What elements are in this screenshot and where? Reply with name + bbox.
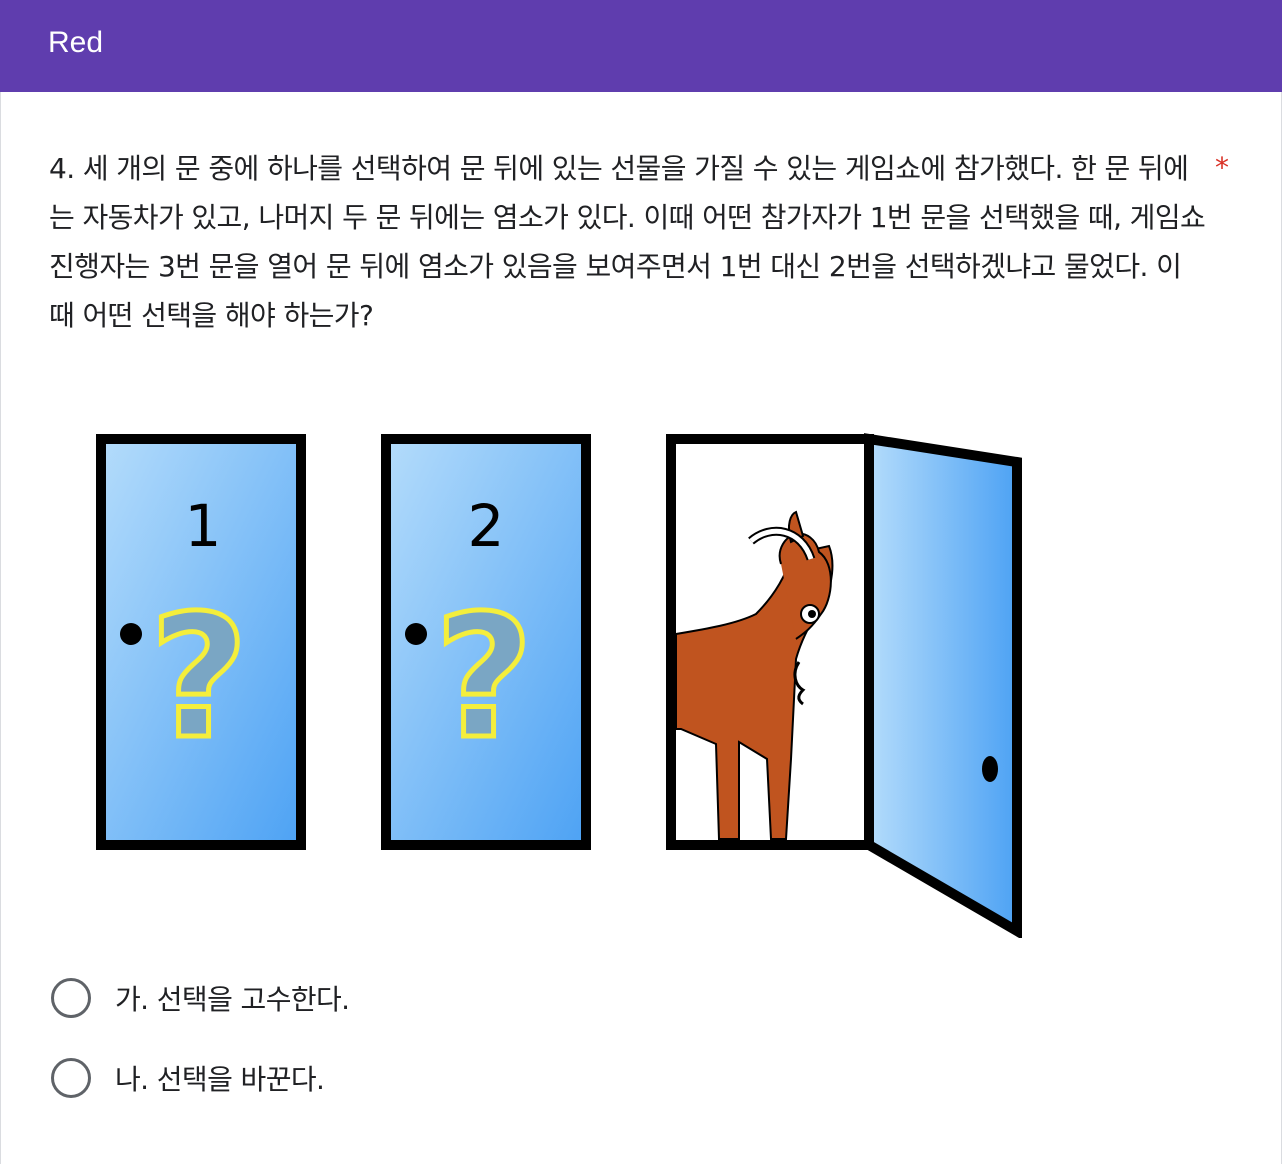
door-3-knob — [982, 756, 998, 782]
required-indicator: * — [1215, 151, 1229, 184]
monty-hall-illustration: 1 ? 2 ? — [96, 433, 1022, 938]
form-title: Red — [48, 26, 104, 59]
option-keep-choice[interactable]: 가. 선택을 고수한다. — [51, 977, 751, 1019]
radio-button-switch[interactable] — [51, 1058, 91, 1098]
door-1: 1 ? — [96, 434, 306, 850]
door-3-open — [666, 433, 1022, 938]
option-switch-choice[interactable]: 나. 선택을 바꾼다. — [51, 1057, 751, 1099]
door-2-knob — [405, 623, 427, 645]
door-2: 2 ? — [381, 434, 591, 850]
door-2-number: 2 — [468, 492, 505, 560]
door-1-number: 1 — [185, 492, 222, 560]
door-1-knob — [120, 623, 142, 645]
door-1-question-mark: ? — [150, 579, 249, 777]
form-header: Red — [0, 0, 1282, 92]
question-text: 4. 세 개의 문 중에 하나를 선택하여 문 뒤에 있는 선물을 가질 수 있… — [49, 152, 1206, 332]
option-switch-label: 나. 선택을 바꾼다. — [115, 1063, 325, 1096]
question-card: 4. 세 개의 문 중에 하나를 선택하여 문 뒤에 있는 선물을 가질 수 있… — [0, 92, 1282, 1164]
door-2-question-mark: ? — [435, 579, 534, 777]
option-keep-label: 가. 선택을 고수한다. — [115, 983, 350, 1016]
radio-button-keep[interactable] — [51, 978, 91, 1018]
